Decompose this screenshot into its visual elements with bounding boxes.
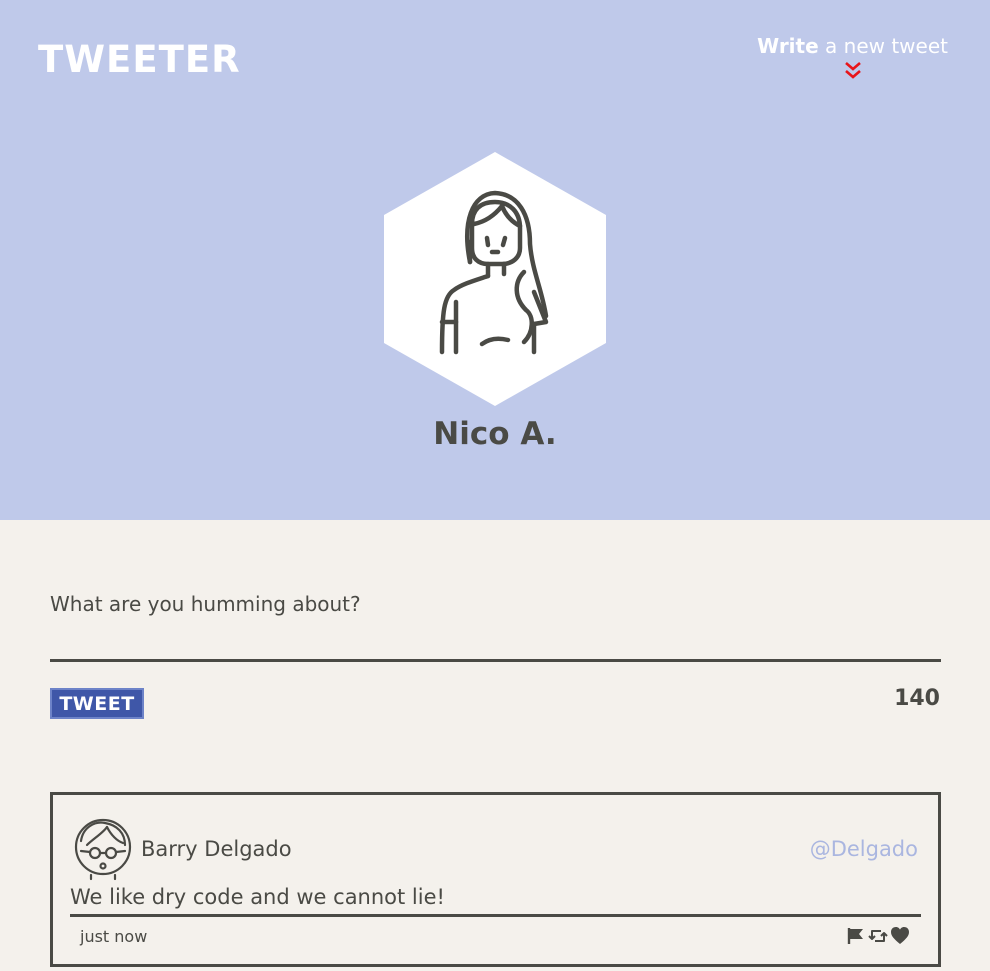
- double-chevron-down-icon[interactable]: [842, 60, 864, 82]
- tweet-input[interactable]: [50, 580, 941, 662]
- tweet-timestamp: just now: [80, 927, 148, 946]
- heart-icon[interactable]: [890, 926, 910, 946]
- flag-icon[interactable]: [846, 926, 866, 946]
- page-header: TWEETER Write a new tweet Nico A.: [0, 0, 990, 520]
- tweet-content: We like dry code and we cannot lie!: [70, 885, 921, 917]
- profile-avatar: [384, 152, 606, 406]
- brand-logo: TWEETER: [38, 38, 241, 81]
- tweet-card: Barry Delgado @Delgado We like dry code …: [50, 792, 941, 967]
- tweet-button[interactable]: TWEET: [50, 688, 144, 719]
- tweet-composer: [50, 580, 941, 666]
- tweet-author-name: Barry Delgado: [141, 837, 292, 861]
- man-with-glasses-avatar-icon: [73, 815, 133, 881]
- write-label-rest: a new tweet: [825, 34, 948, 58]
- avatar-hexagon-frame: [384, 152, 606, 406]
- character-counter: 140: [894, 686, 940, 711]
- retweet-icon[interactable]: [868, 926, 888, 946]
- write-new-tweet-toggle[interactable]: Write a new tweet: [757, 32, 948, 82]
- profile-name: Nico A.: [433, 416, 557, 452]
- tweet-author-handle[interactable]: @Delgado: [810, 837, 918, 861]
- write-new-tweet-label: Write a new tweet: [757, 32, 948, 60]
- tweet-actions: [846, 926, 910, 946]
- write-label-strong: Write: [757, 34, 819, 58]
